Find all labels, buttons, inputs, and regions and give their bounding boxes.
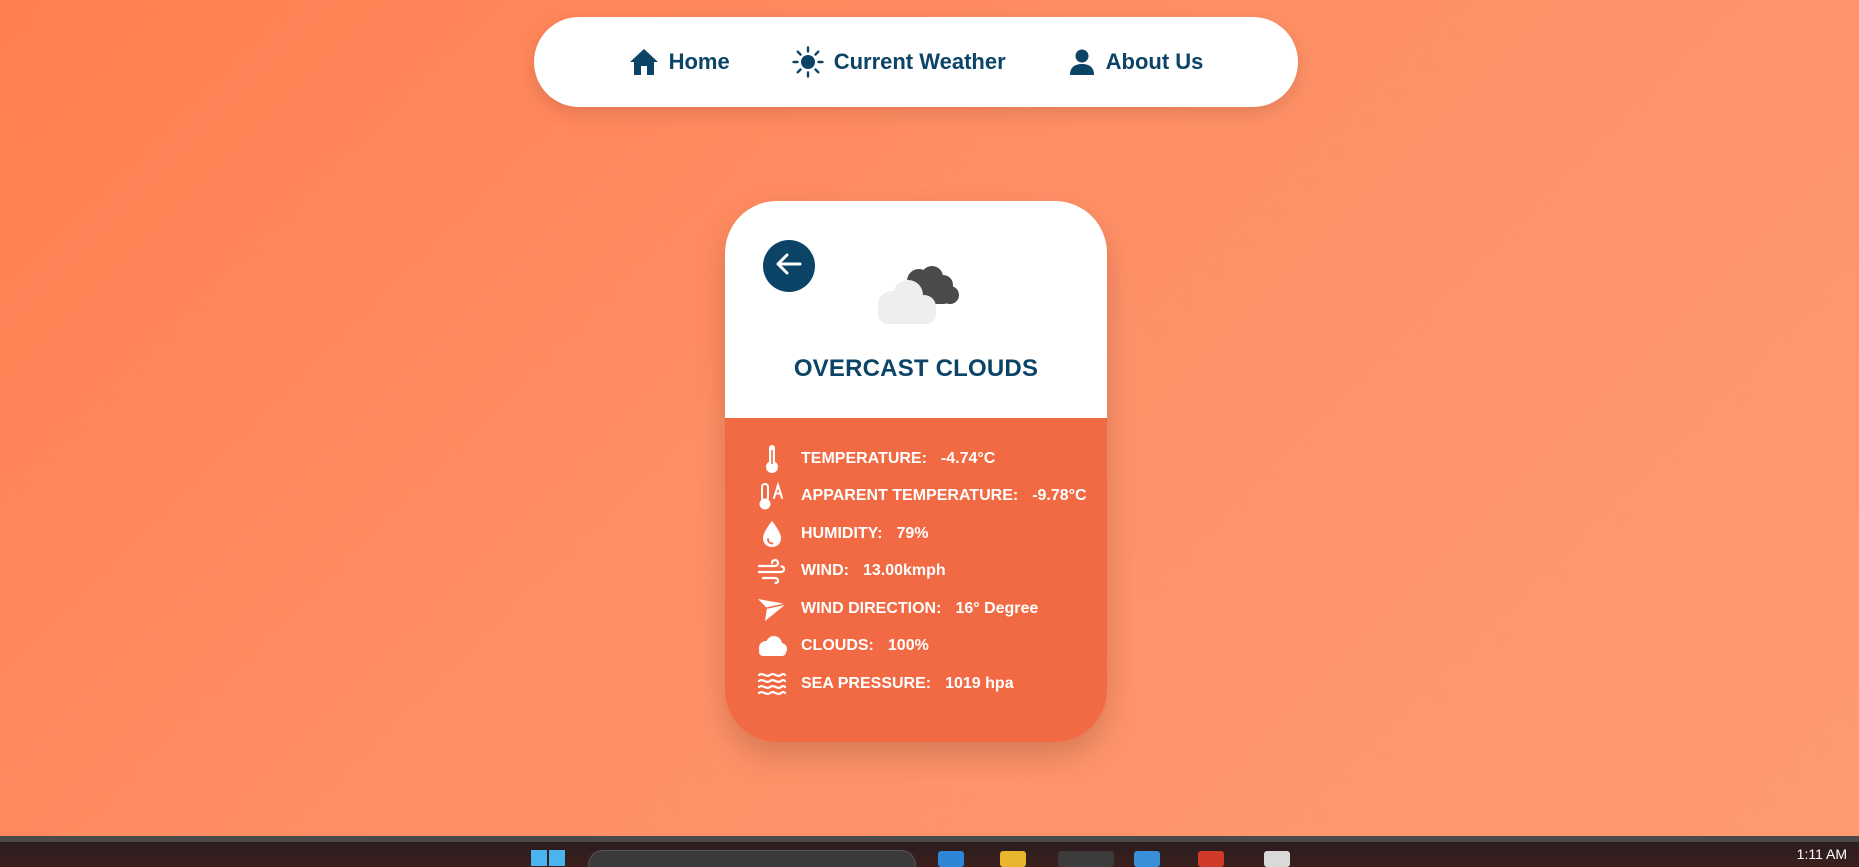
sun-icon (791, 46, 824, 78)
file-explorer-icon[interactable] (1000, 851, 1026, 867)
detail-value: -4.74°C (940, 450, 996, 467)
taskbar-app-icon[interactable] (1264, 851, 1290, 867)
edge-browser-icon[interactable] (938, 851, 964, 867)
detail-value: 79% (896, 525, 929, 542)
apparent-temperature-icon (755, 480, 789, 512)
detail-row-wind-direction: WIND DIRECTION: 16° Degree (755, 593, 1038, 625)
detail-label: TEMPERATURE: (801, 450, 927, 467)
weather-card: OVERCAST CLOUDS TEMPERATURE: -4.74°C APP… (725, 201, 1107, 742)
detail-value: 100% (887, 637, 929, 654)
cloud-icon (755, 630, 789, 662)
detail-label: APPARENT TEMPERATURE: (801, 487, 1019, 504)
detail-label: WIND: (801, 562, 849, 579)
wind-icon (755, 555, 789, 587)
os-taskbar: 1:11 AM (0, 836, 1859, 867)
nav-item-current-weather[interactable]: Current Weather (791, 46, 1006, 78)
detail-label: WIND DIRECTION: (801, 600, 942, 617)
active-app-icon[interactable] (1058, 851, 1114, 867)
top-navigation: Home Current Weather About Us (534, 17, 1298, 107)
detail-row-wind: WIND: 13.00kmph (755, 555, 946, 587)
detail-label: SEA PRESSURE: (801, 675, 932, 692)
detail-row-clouds: CLOUDS: 100% (755, 630, 929, 662)
detail-row-apparent-temperature: APPARENT TEMPERATURE: -9.78°C (755, 480, 1087, 512)
overcast-clouds-icon (872, 263, 962, 330)
detail-value: -9.78°C (1032, 487, 1087, 504)
weather-condition-title: OVERCAST CLOUDS (793, 355, 1039, 382)
detail-label: CLOUDS: (801, 637, 874, 654)
detail-row-temperature: TEMPERATURE: -4.74°C (755, 443, 995, 475)
waves-icon (755, 668, 789, 700)
nav-item-label: About Us (1105, 49, 1204, 74)
paper-plane-icon (755, 593, 789, 625)
detail-row-sea-pressure: SEA PRESSURE: 1019 hpa (755, 668, 1014, 700)
nav-item-home[interactable]: Home (629, 48, 730, 76)
water-drop-icon (755, 518, 789, 550)
detail-label: HUMIDITY: (801, 525, 883, 542)
home-icon (629, 48, 659, 76)
windows-start-icon[interactable] (531, 850, 567, 867)
nav-item-label: Home (668, 49, 730, 74)
taskbar-app-icon[interactable] (1134, 851, 1160, 867)
nav-item-label: Current Weather (833, 49, 1006, 74)
user-icon (1068, 48, 1096, 76)
detail-row-humidity: HUMIDITY: 79% (755, 518, 929, 550)
detail-value: 16° Degree (955, 600, 1039, 617)
nav-item-about-us[interactable]: About Us (1068, 48, 1204, 76)
detail-value: 13.00kmph (862, 562, 946, 579)
taskbar-clock[interactable]: 1:11 AM (1797, 846, 1847, 862)
thermometer-icon (755, 443, 789, 475)
back-button[interactable] (763, 240, 815, 292)
chrome-browser-icon[interactable] (1198, 851, 1224, 867)
taskbar-search-box[interactable] (588, 850, 916, 867)
arrow-left-icon (775, 252, 803, 281)
weather-card-header: OVERCAST CLOUDS (725, 201, 1107, 418)
detail-value: 1019 hpa (945, 675, 1014, 692)
weather-details: TEMPERATURE: -4.74°C APPARENT TEMPERATUR… (725, 418, 1107, 742)
